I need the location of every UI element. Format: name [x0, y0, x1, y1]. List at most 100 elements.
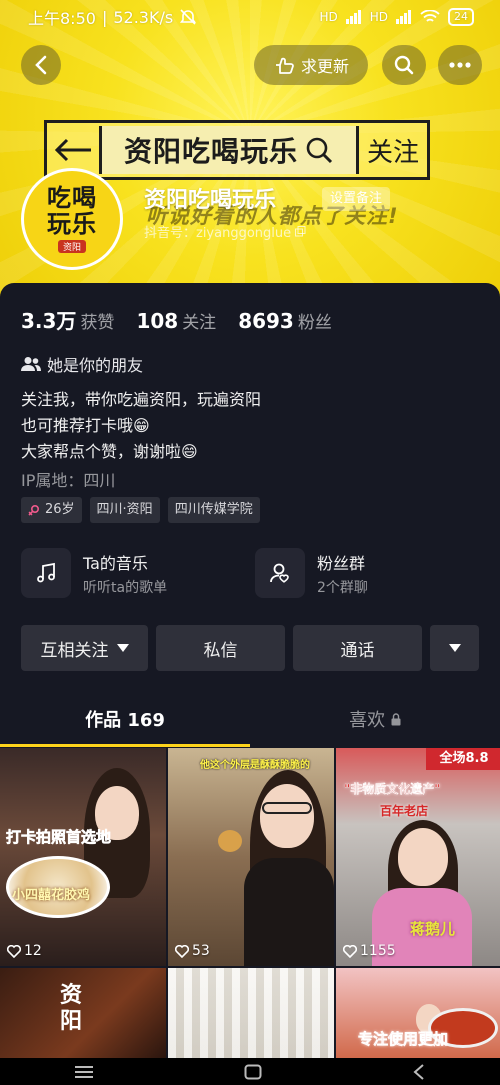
copy-icon	[295, 226, 306, 237]
profile-name: 资阳吃喝玩乐	[144, 188, 277, 213]
signal-bars-icon	[345, 10, 361, 24]
profile-stats: 3.3万 获赞 108 关注 8693 粉丝	[21, 305, 332, 334]
tab-indicator	[0, 744, 250, 747]
video-caption: 他这个外层是酥酥脆脆的	[200, 760, 310, 771]
video-grid: 打卡拍照首选地 小四囍花胶鸡 12 他这个外层是酥酥脆脆的 53 全场8.8 "…	[0, 748, 500, 1058]
like-count: 53	[175, 943, 210, 959]
douyin-id[interactable]: 抖音号：ziyanggonglue	[144, 222, 306, 241]
message-button[interactable]: 私信	[156, 625, 285, 671]
video-tile-6[interactable]: 专注使用更加	[336, 968, 500, 1058]
video-caption: "非物质文化遗产"	[344, 782, 441, 796]
like-count: 12	[7, 943, 42, 959]
request-update-button[interactable]: 求更新	[254, 45, 368, 85]
more-dots-icon	[449, 62, 471, 68]
signal-icon: HD	[319, 10, 338, 24]
signal-icon-2: HD	[369, 10, 388, 24]
banner-title-box: 资阳吃喝玩乐	[99, 126, 359, 174]
request-update-label: 求更新	[300, 57, 349, 76]
more-button[interactable]	[438, 45, 482, 85]
video-tile-5[interactable]	[168, 968, 334, 1058]
profile-tags: 26岁 四川·资阳 四川传媒学院	[21, 497, 260, 523]
stat-following[interactable]: 108 关注	[136, 308, 216, 333]
video-caption-3: 蒋鹅儿	[410, 920, 456, 938]
home-icon[interactable]	[244, 1064, 262, 1080]
body	[244, 858, 334, 966]
set-remark-button[interactable]: 设置备注	[322, 187, 391, 211]
friend-indicator: 她是你的朋友	[21, 352, 143, 376]
profile-banner: 上午8:50 | 52.3K/s HD HD 24 求更新 资阳吃喝玩乐 关注 …	[0, 0, 500, 300]
search-icon	[306, 137, 333, 164]
banner-title: 资阳吃喝玩乐	[123, 135, 298, 168]
status-speed: 52.3K/s	[113, 7, 174, 27]
heart-icon	[343, 944, 357, 958]
avatar[interactable]: 吃喝 玩乐 资阳	[21, 168, 123, 270]
heart-icon	[7, 944, 21, 958]
hand-point-icon	[275, 57, 294, 74]
video-caption: 资阳	[60, 982, 83, 1034]
female-icon	[28, 504, 40, 516]
food-item	[218, 830, 242, 852]
fan-group-entry[interactable]: 粉丝群 2个群聊	[255, 548, 445, 598]
search-icon	[394, 55, 414, 75]
avatar-text-line1: 吃喝	[47, 184, 97, 212]
content-tabs: 作品 169 喜欢	[0, 701, 500, 745]
person-face	[398, 828, 448, 886]
stat-followers[interactable]: 8693 粉丝	[238, 308, 332, 333]
caret-down-icon	[116, 644, 129, 652]
fan-group-title: 粉丝群	[317, 553, 366, 573]
signal-bars-icon-2	[396, 10, 411, 24]
system-nav-bar	[0, 1058, 500, 1085]
video-tile-2[interactable]: 他这个外层是酥酥脆脆的 53	[168, 748, 334, 966]
group-user-icon	[255, 548, 305, 598]
video-caption-2: 小四囍花胶鸡	[12, 888, 91, 903]
video-caption: 专注使用更加	[358, 1030, 449, 1049]
video-tile-4[interactable]: 资阳	[0, 968, 166, 1058]
video-tile-1[interactable]: 打卡拍照首选地 小四囍花胶鸡 12	[0, 748, 166, 966]
music-entry[interactable]: Ta的音乐 听听ta的歌单	[21, 548, 211, 598]
bio-line-2: 也可推荐打卡哦😁	[21, 416, 150, 435]
banner-follow-text: 关注	[366, 137, 419, 168]
status-bar: 上午8:50 | 52.3K/s HD HD 24	[0, 0, 500, 34]
shop-banner: 全场8.8	[426, 748, 500, 770]
battery-icon: 24	[448, 8, 474, 26]
profile-panel: 3.3万 获赞 108 关注 8693 粉丝 她是你的朋友 关注我，带你吃遍资阳，玩遍…	[0, 283, 500, 1085]
tag-age: 26岁	[21, 497, 82, 523]
arrow-left-icon	[47, 138, 99, 162]
person-face	[260, 784, 314, 848]
tag-location: 四川·资阳	[89, 497, 160, 523]
banner-title-card: 资阳吃喝玩乐 关注	[44, 120, 430, 180]
back-button[interactable]	[21, 45, 61, 85]
lock-icon	[391, 713, 401, 726]
friends-icon	[21, 357, 41, 371]
curtain	[168, 968, 334, 1058]
action-buttons: 互相关注 私信 通话	[21, 625, 479, 671]
like-count: 1155	[343, 943, 396, 959]
expand-button[interactable]	[430, 625, 479, 671]
douyin-id-text: 抖音号：ziyanggonglue	[144, 226, 292, 241]
bio: 关注我，带你吃遍资阳，玩遍资阳 也可推荐打卡哦😁 大家帮点个赞，谢谢啦😄	[21, 387, 261, 465]
ip-location: IP属地：四川	[21, 471, 116, 490]
caret-down-icon	[448, 644, 461, 652]
music-subtitle: 听听ta的歌单	[83, 579, 168, 596]
menu-icon[interactable]	[75, 1065, 94, 1079]
glasses	[262, 802, 312, 814]
back-nav-icon[interactable]	[413, 1063, 425, 1080]
video-caption-2: 百年老店	[380, 804, 429, 818]
feature-entries: Ta的音乐 听听ta的歌单 粉丝群 2个群聊	[21, 548, 445, 598]
tab-works[interactable]: 作品 169	[0, 701, 250, 745]
tab-likes[interactable]: 喜欢	[250, 701, 500, 745]
tag-school[interactable]: 四川传媒学院	[167, 497, 260, 523]
call-button[interactable]: 通话	[293, 625, 422, 671]
friend-text: 她是你的朋友	[47, 356, 144, 375]
status-time: 上午8:50	[28, 9, 96, 28]
video-tile-3[interactable]: 全场8.8 "非物质文化遗产" 百年老店 蒋鹅儿 1155	[336, 748, 500, 966]
chevron-left-icon	[35, 55, 47, 75]
music-title: Ta的音乐	[83, 553, 148, 573]
heart-icon	[175, 944, 189, 958]
avatar-city-badge: 资阳	[57, 240, 86, 253]
mutual-follow-button[interactable]: 互相关注	[21, 625, 148, 671]
wifi-icon	[420, 10, 440, 22]
search-button[interactable]	[382, 45, 426, 85]
stat-likes[interactable]: 3.3万 获赞	[21, 305, 114, 334]
music-note-icon	[21, 548, 71, 598]
